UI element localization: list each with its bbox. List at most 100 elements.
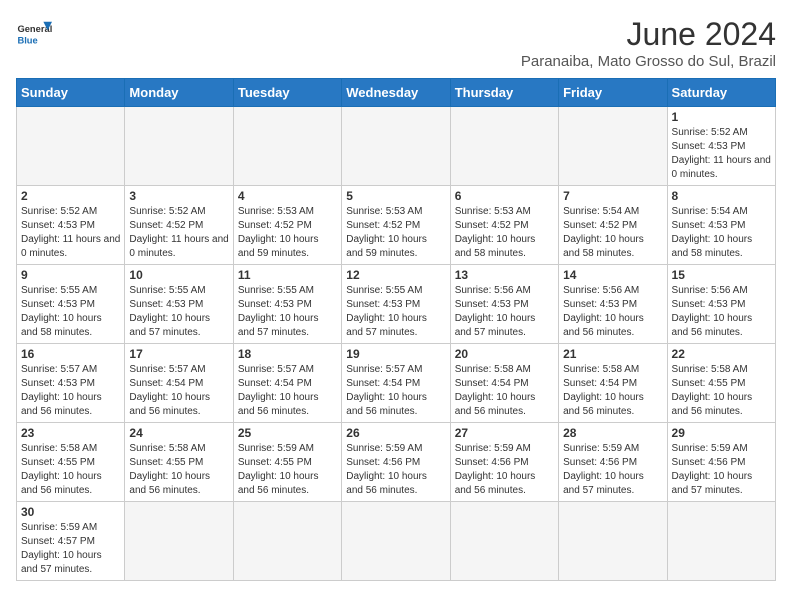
calendar-header-wednesday: Wednesday xyxy=(342,79,450,107)
calendar-week-row: 9 Sunrise: 5:55 AMSunset: 4:53 PMDaylight… xyxy=(17,265,776,344)
calendar-day-cell xyxy=(17,107,125,186)
day-number: 5 xyxy=(346,189,445,203)
calendar-day-cell: 3Sunrise: 5:52 AMSunset: 4:52 PMDaylight… xyxy=(125,186,233,265)
day-info: Sunrise: 5:54 AMSunset: 4:52 PMDaylight:… xyxy=(563,205,662,261)
calendar-day-cell: 11 Sunrise: 5:55 AMSunset: 4:53 PMDayligh… xyxy=(233,265,341,344)
calendar-day-cell: 6 Sunrise: 5:53 AMSunset: 4:52 PMDaylight… xyxy=(450,186,558,265)
day-number: 6 xyxy=(455,189,554,203)
day-info: Sunrise: 5:58 AMSunset: 4:55 PMDaylight:… xyxy=(21,442,120,498)
day-info: Sunrise: 5:58 AMSunset: 4:54 PMDaylight:… xyxy=(455,363,554,419)
day-number: 8 xyxy=(672,189,771,203)
day-number: 15 xyxy=(672,268,771,282)
day-info: Sunrise: 5:59 AMSunset: 4:57 PMDaylight:… xyxy=(21,521,120,577)
calendar-day-cell: 26Sunrise: 5:59 AMSunset: 4:56 PMDayligh… xyxy=(342,423,450,502)
calendar-header-tuesday: Tuesday xyxy=(233,79,341,107)
day-info: Sunrise: 5:55 AMSunset: 4:53 PMDaylight:… xyxy=(346,284,445,340)
day-info: Sunrise: 5:54 AMSunset: 4:53 PMDaylight:… xyxy=(672,205,771,261)
calendar-day-cell: 27 Sunrise: 5:59 AMSunset: 4:56 PMDayligh… xyxy=(450,423,558,502)
calendar-day-cell xyxy=(125,502,233,581)
day-info: Sunrise: 5:59 AMSunset: 4:56 PMDaylight:… xyxy=(672,442,771,498)
day-info: Sunrise: 5:57 AMSunset: 4:54 PMDaylight:… xyxy=(238,363,337,419)
calendar-day-cell xyxy=(233,502,341,581)
day-number: 23 xyxy=(21,426,120,440)
day-info: Sunrise: 5:55 AMSunset: 4:53 PMDaylight:… xyxy=(21,284,120,340)
calendar-day-cell: 14Sunrise: 5:56 AMSunset: 4:53 PMDayligh… xyxy=(559,265,667,344)
calendar-day-cell: 12 Sunrise: 5:55 AMSunset: 4:53 PMDayligh… xyxy=(342,265,450,344)
calendar-day-cell: 18 Sunrise: 5:57 AMSunset: 4:54 PMDayligh… xyxy=(233,344,341,423)
calendar-day-cell: 7 Sunrise: 5:54 AMSunset: 4:52 PMDaylight… xyxy=(559,186,667,265)
calendar-header-row: SundayMondayTuesdayWednesdayThursdayFrid… xyxy=(17,79,776,107)
day-info: Sunrise: 5:53 AMSunset: 4:52 PMDaylight:… xyxy=(346,205,445,261)
calendar-header-saturday: Saturday xyxy=(667,79,775,107)
day-number: 7 xyxy=(563,189,662,203)
calendar-day-cell: 1Sunrise: 5:52 AMSunset: 4:53 PMDaylight… xyxy=(667,107,775,186)
day-info: Sunrise: 5:52 AMSunset: 4:53 PMDaylight:… xyxy=(672,126,771,182)
header: General Blue June 2024 Paranaiba, Mato G… xyxy=(16,16,776,70)
day-info: Sunrise: 5:58 AMSunset: 4:54 PMDaylight:… xyxy=(563,363,662,419)
calendar-day-cell: 13 Sunrise: 5:56 AMSunset: 4:53 PMDayligh… xyxy=(450,265,558,344)
day-info: Sunrise: 5:53 AMSunset: 4:52 PMDaylight:… xyxy=(238,205,337,261)
day-info: Sunrise: 5:59 AMSunset: 4:55 PMDaylight:… xyxy=(238,442,337,498)
day-number: 11 xyxy=(238,268,337,282)
day-number: 21 xyxy=(563,347,662,361)
day-info: Sunrise: 5:57 AMSunset: 4:53 PMDaylight:… xyxy=(21,363,120,419)
day-info: Sunrise: 5:53 AMSunset: 4:52 PMDaylight:… xyxy=(455,205,554,261)
calendar-week-row: 23 Sunrise: 5:58 AMSunset: 4:55 PMDayligh… xyxy=(17,423,776,502)
day-number: 28 xyxy=(563,426,662,440)
day-number: 16 xyxy=(21,347,120,361)
day-number: 27 xyxy=(455,426,554,440)
day-number: 13 xyxy=(455,268,554,282)
month-year-title: June 2024 xyxy=(521,16,776,53)
calendar-day-cell: 22Sunrise: 5:58 AMSunset: 4:55 PMDayligh… xyxy=(667,344,775,423)
calendar-day-cell: 15 Sunrise: 5:56 AMSunset: 4:53 PMDayligh… xyxy=(667,265,775,344)
title-area: June 2024 Paranaiba, Mato Grosso do Sul,… xyxy=(521,16,776,70)
day-info: Sunrise: 5:55 AMSunset: 4:53 PMDaylight:… xyxy=(238,284,337,340)
day-info: Sunrise: 5:55 AMSunset: 4:53 PMDaylight:… xyxy=(129,284,228,340)
calendar-day-cell xyxy=(342,107,450,186)
day-info: Sunrise: 5:57 AMSunset: 4:54 PMDaylight:… xyxy=(346,363,445,419)
calendar-day-cell: 19 Sunrise: 5:57 AMSunset: 4:54 PMDayligh… xyxy=(342,344,450,423)
calendar-day-cell: 28 Sunrise: 5:59 AMSunset: 4:56 PMDayligh… xyxy=(559,423,667,502)
day-number: 10 xyxy=(129,268,228,282)
calendar-day-cell xyxy=(559,502,667,581)
calendar-day-cell: 30 Sunrise: 5:59 AMSunset: 4:57 PMDayligh… xyxy=(17,502,125,581)
day-info: Sunrise: 5:59 AMSunset: 4:56 PMDaylight:… xyxy=(455,442,554,498)
day-info: Sunrise: 5:59 AMSunset: 4:56 PMDaylight:… xyxy=(563,442,662,498)
calendar-day-cell: 16 Sunrise: 5:57 AMSunset: 4:53 PMDayligh… xyxy=(17,344,125,423)
day-info: Sunrise: 5:56 AMSunset: 4:53 PMDaylight:… xyxy=(672,284,771,340)
day-number: 18 xyxy=(238,347,337,361)
calendar-day-cell: 25 Sunrise: 5:59 AMSunset: 4:55 PMDayligh… xyxy=(233,423,341,502)
day-number: 2 xyxy=(21,189,120,203)
day-number: 25 xyxy=(238,426,337,440)
day-number: 14 xyxy=(563,268,662,282)
day-info: Sunrise: 5:52 AMSunset: 4:53 PMDaylight:… xyxy=(21,205,120,261)
day-info: Sunrise: 5:57 AMSunset: 4:54 PMDaylight:… xyxy=(129,363,228,419)
calendar-day-cell: 20 Sunrise: 5:58 AMSunset: 4:54 PMDayligh… xyxy=(450,344,558,423)
calendar-day-cell: 4Sunrise: 5:53 AMSunset: 4:52 PMDaylight… xyxy=(233,186,341,265)
day-number: 20 xyxy=(455,347,554,361)
calendar-week-row: 1Sunrise: 5:52 AMSunset: 4:53 PMDaylight… xyxy=(17,107,776,186)
calendar-day-cell: 10 Sunrise: 5:55 AMSunset: 4:53 PMDayligh… xyxy=(125,265,233,344)
calendar-day-cell: 2 Sunrise: 5:52 AMSunset: 4:53 PMDaylight… xyxy=(17,186,125,265)
calendar-day-cell: 8 Sunrise: 5:54 AMSunset: 4:53 PMDaylight… xyxy=(667,186,775,265)
calendar-day-cell xyxy=(125,107,233,186)
day-info: Sunrise: 5:59 AMSunset: 4:56 PMDaylight:… xyxy=(346,442,445,498)
calendar-day-cell: 9 Sunrise: 5:55 AMSunset: 4:53 PMDaylight… xyxy=(17,265,125,344)
day-number: 9 xyxy=(21,268,120,282)
day-number: 29 xyxy=(672,426,771,440)
day-number: 19 xyxy=(346,347,445,361)
calendar-day-cell xyxy=(342,502,450,581)
calendar-week-row: 30 Sunrise: 5:59 AMSunset: 4:57 PMDayligh… xyxy=(17,502,776,581)
calendar-day-cell xyxy=(450,107,558,186)
svg-text:Blue: Blue xyxy=(17,35,37,45)
calendar-week-row: 2 Sunrise: 5:52 AMSunset: 4:53 PMDaylight… xyxy=(17,186,776,265)
day-number: 17 xyxy=(129,347,228,361)
location-subtitle: Paranaiba, Mato Grosso do Sul, Brazil xyxy=(521,53,776,70)
calendar-header-monday: Monday xyxy=(125,79,233,107)
calendar-day-cell: 17 Sunrise: 5:57 AMSunset: 4:54 PMDayligh… xyxy=(125,344,233,423)
day-number: 12 xyxy=(346,268,445,282)
calendar-week-row: 16 Sunrise: 5:57 AMSunset: 4:53 PMDayligh… xyxy=(17,344,776,423)
day-number: 30 xyxy=(21,505,120,519)
day-info: Sunrise: 5:56 AMSunset: 4:53 PMDaylight:… xyxy=(455,284,554,340)
day-number: 22 xyxy=(672,347,771,361)
